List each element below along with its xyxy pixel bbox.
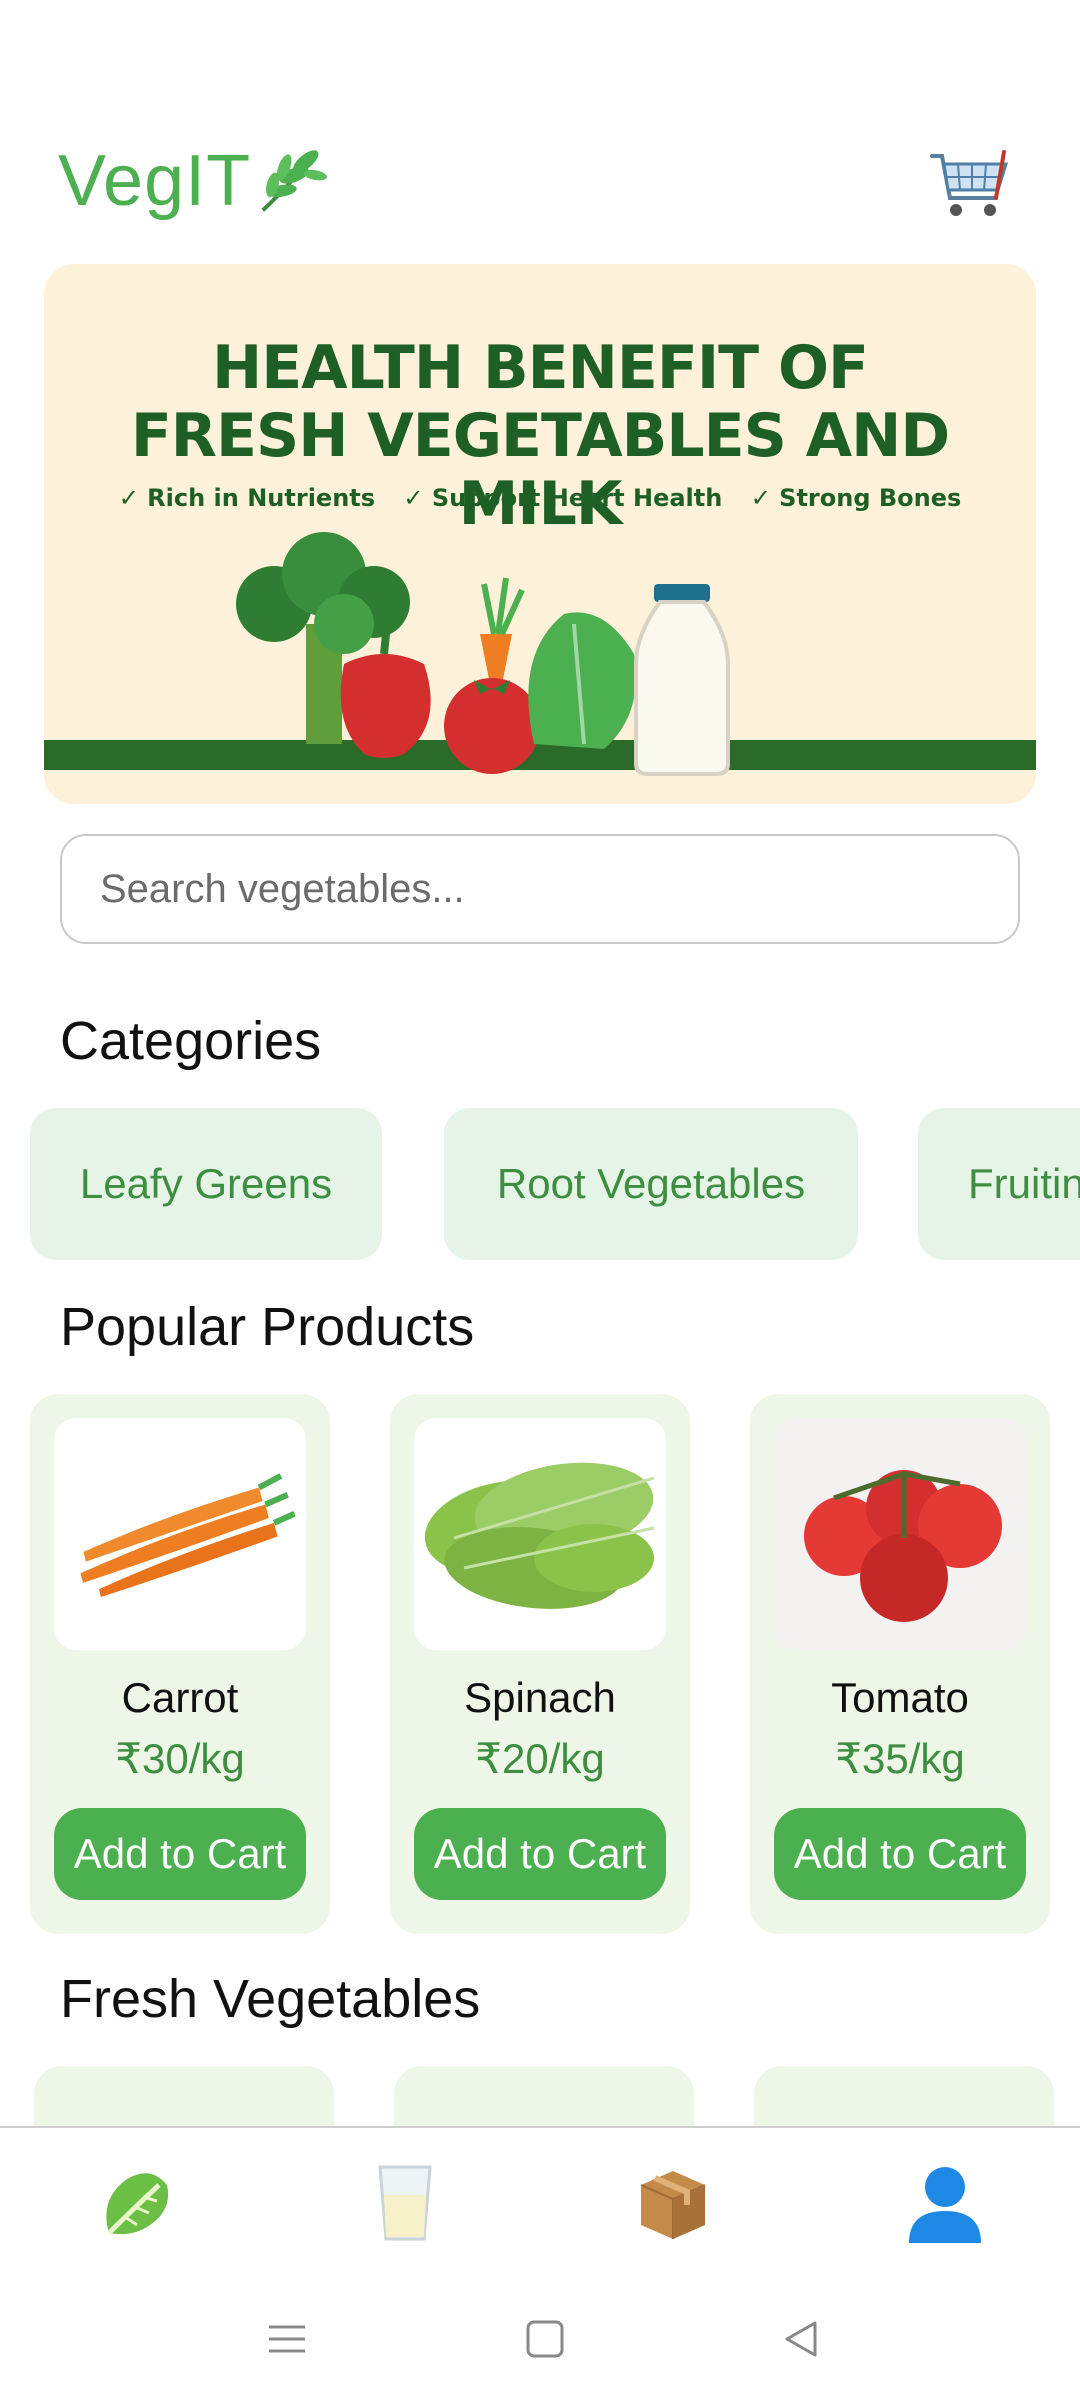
categories-carousel[interactable]: Leafy Greens Root Vegetables Fruiting <box>0 1108 1080 1260</box>
popular-products-heading: Popular Products <box>60 1297 475 1357</box>
profile-icon <box>909 2167 981 2243</box>
product-name: Tomato <box>831 1674 969 1721</box>
category-label: Leafy Greens <box>79 1160 333 1207</box>
recent-apps-button[interactable] <box>262 2314 312 2364</box>
tomato-image <box>774 1418 1026 1650</box>
search-input[interactable] <box>60 834 1020 944</box>
app-logo[interactable]: VegIT <box>58 140 333 222</box>
add-to-cart-button[interactable]: Add to Cart <box>774 1808 1026 1900</box>
vegetables-milk-illustration <box>44 532 1036 776</box>
nav-orders[interactable] <box>628 2158 718 2248</box>
bottom-navigation <box>0 2126 1080 2280</box>
fresh-product-card[interactable] <box>394 2066 694 2126</box>
fresh-product-card[interactable] <box>34 2066 334 2126</box>
benefit-item: ✓ Support Heart Health <box>403 484 723 512</box>
promo-banner[interactable]: HEALTH BENEFIT OF FRESH VEGETABLES AND M… <box>44 264 1036 804</box>
categories-heading: Categories <box>60 1011 322 1071</box>
menu-icon <box>269 2325 305 2353</box>
popular-products-list: Carrot ₹30/kg Add to Cart Spinach ₹20/kg… <box>0 1394 1080 1934</box>
product-name: Carrot <box>121 1674 239 1721</box>
category-chip-leafy-greens[interactable]: Leafy Greens <box>30 1108 382 1260</box>
category-chip-root-vegetables[interactable]: Root Vegetables <box>444 1108 858 1260</box>
home-button[interactable] <box>520 2314 570 2364</box>
leaf-icon <box>261 150 328 212</box>
nav-milk[interactable] <box>360 2158 450 2248</box>
category-label: Root Vegetables <box>496 1160 806 1207</box>
banner-title-line1: HEALTH BENEFIT OF <box>211 333 869 403</box>
back-button[interactable] <box>776 2314 826 2364</box>
add-to-cart-button[interactable]: Add to Cart <box>414 1808 666 1900</box>
product-card-spinach[interactable]: Spinach ₹20/kg Add to Cart <box>390 1394 690 1934</box>
square-home-icon <box>526 2320 564 2358</box>
nav-profile[interactable] <box>900 2158 990 2248</box>
cart-button[interactable] <box>925 140 1015 235</box>
fresh-vegetables-heading: Fresh Vegetables <box>60 1969 481 2029</box>
lettuce-icon <box>106 2173 169 2235</box>
banner-benefits: ✓ Rich in Nutrients ✓ Support Heart Heal… <box>44 484 1036 512</box>
package-icon <box>640 2171 706 2239</box>
nav-vegetables[interactable] <box>90 2158 180 2248</box>
product-price: ₹20/kg <box>475 1735 605 1782</box>
benefit-item: ✓ Strong Bones <box>750 484 962 512</box>
spinach-image <box>414 1418 666 1650</box>
logo-text: VegIT <box>58 141 252 221</box>
system-navigation-bar <box>0 2280 1080 2400</box>
fresh-vegetables-list <box>0 2066 1080 2126</box>
fresh-product-card[interactable] <box>754 2066 1054 2126</box>
back-triangle-icon <box>785 2321 817 2357</box>
milk-glass-icon <box>378 2165 432 2241</box>
category-label: Fruiting <box>968 1160 1080 1207</box>
app-header: VegIT <box>0 0 1080 250</box>
product-price: ₹30/kg <box>115 1735 245 1782</box>
product-price: ₹35/kg <box>835 1735 965 1782</box>
product-name: Spinach <box>464 1674 616 1721</box>
product-card-carrot[interactable]: Carrot ₹30/kg Add to Cart <box>30 1394 330 1934</box>
category-chip-fruiting[interactable]: Fruiting <box>918 1108 1080 1260</box>
benefit-item: ✓ Rich in Nutrients <box>118 484 376 512</box>
cart-icon <box>930 149 1009 216</box>
carrot-image <box>54 1418 306 1650</box>
add-to-cart-button[interactable]: Add to Cart <box>54 1808 306 1900</box>
product-card-tomato[interactable]: Tomato ₹35/kg Add to Cart <box>750 1394 1050 1934</box>
